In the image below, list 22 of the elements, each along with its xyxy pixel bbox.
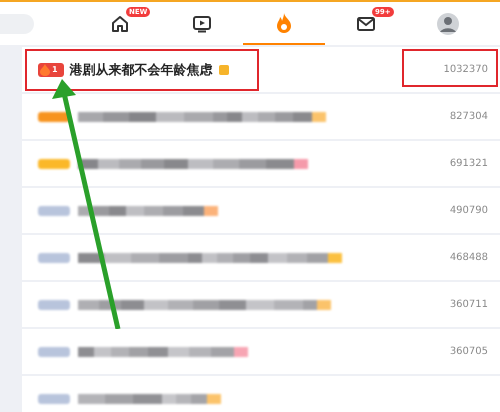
avatar-icon (437, 12, 459, 34)
hot-list-row[interactable]: 360711 (22, 282, 500, 329)
heat-count: 490790 (450, 205, 488, 216)
hot-list-row[interactable]: 490790 (22, 188, 500, 235)
hot-list-row[interactable]: 1 港剧从来都不会年龄焦虑 1032370 (22, 47, 500, 94)
hot-list-row[interactable]: 468488 (22, 235, 500, 282)
home-icon (110, 14, 130, 34)
mail-icon (356, 14, 376, 32)
heat-count: 691321 (450, 158, 488, 169)
flame-icon (275, 12, 293, 34)
hot-list-row[interactable]: 827304 (22, 94, 500, 141)
hot-tag-icon (218, 64, 229, 74)
topic-title: 港剧从来都不会年龄焦虑 (70, 62, 213, 78)
tv-icon (192, 14, 212, 34)
hot-list-row[interactable]: 691321 (22, 141, 500, 188)
heat-count: 827304 (450, 111, 488, 122)
rank-badge: 1 (38, 62, 64, 76)
heat-count: 468488 (450, 252, 488, 263)
heat-count: 360705 (450, 346, 488, 357)
hot-list-row[interactable]: 360705 (22, 329, 500, 376)
heat-count: 1032370 (443, 64, 488, 75)
heat-count: 360711 (450, 299, 488, 310)
